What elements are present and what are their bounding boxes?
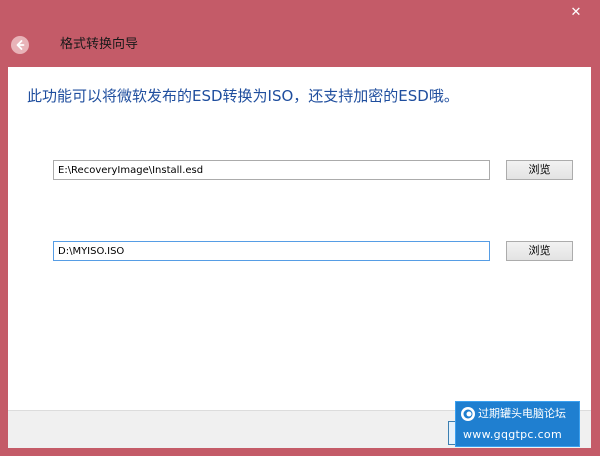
target-path-input[interactable] [53,241,490,261]
close-button[interactable]: ✕ [566,4,586,22]
source-browse-button[interactable]: 浏览 [506,160,573,180]
back-button[interactable] [11,36,29,54]
back-arrow-icon [16,40,25,50]
close-icon: ✕ [570,5,582,20]
forum-logo-icon [461,407,475,421]
target-browse-button[interactable]: 浏览 [506,241,573,261]
watermark-url: www.gqgtpc.com [463,428,562,441]
watermark-title: 过期罐头电脑论坛 [478,407,566,420]
window-title: 格式转换向导 [60,37,139,52]
app-window: ✕ 格式转换向导 此功能可以将微软发布的ESD转换为ISO，还支持加密的ESD哦… [0,0,600,456]
watermark-badge: 过期罐头电脑论坛 www.gqgtpc.com [455,401,580,447]
source-path-input[interactable] [53,160,490,180]
headline-text: 此功能可以将微软发布的ESD转换为ISO，还支持加密的ESD哦。 [27,87,459,105]
content-panel: 此功能可以将微软发布的ESD转换为ISO，还支持加密的ESD哦。 浏览 浏览 [8,67,591,410]
